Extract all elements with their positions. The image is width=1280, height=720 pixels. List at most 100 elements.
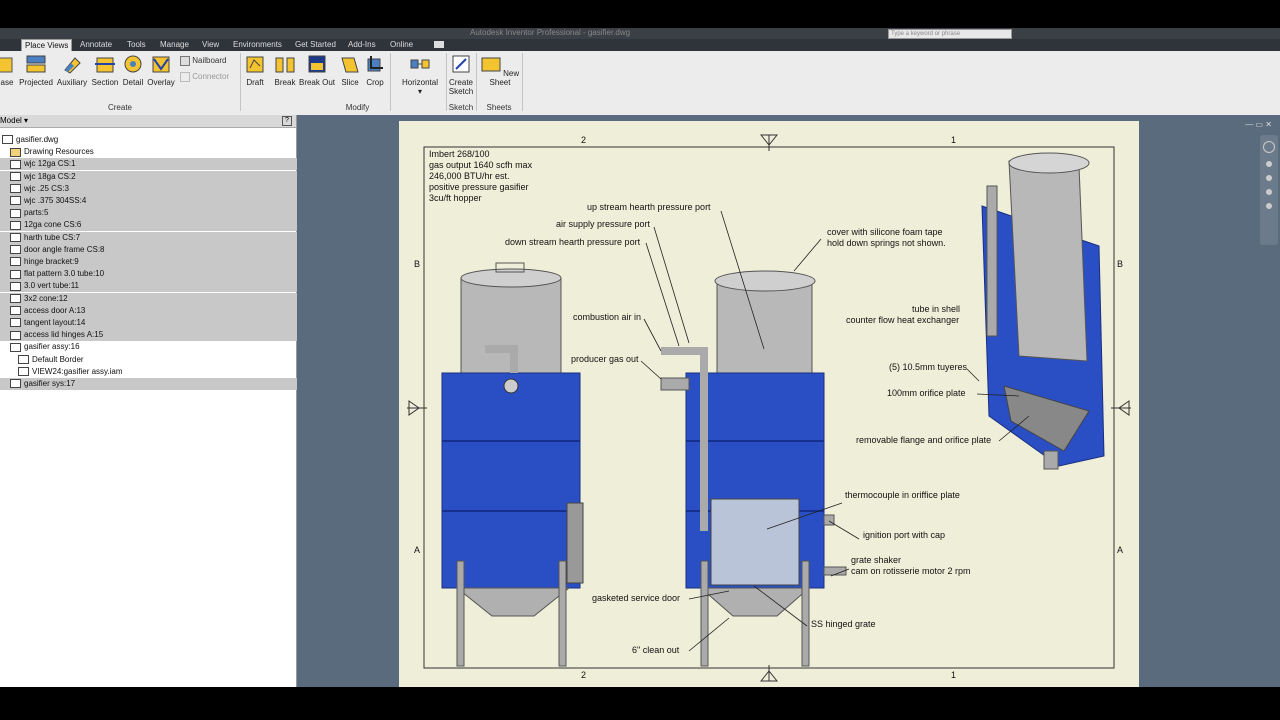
browser-tree-item[interactable]: gasifier assy:16 bbox=[0, 341, 306, 353]
drawing-sheet[interactable]: Imbert 268/100 gas output 1640 scfh max … bbox=[399, 121, 1139, 687]
browser-tree-item[interactable]: wjc 18ga CS:2 bbox=[0, 170, 306, 183]
sheet-icon bbox=[10, 171, 21, 181]
callout-combustion-air: combustion air in bbox=[573, 312, 642, 322]
browser-tree-item[interactable]: tangent layout:14 bbox=[0, 317, 306, 329]
browser-tree-item[interactable]: flat pattern 3.0 tube:10 bbox=[0, 268, 306, 281]
tab-add-ins[interactable]: Add-Ins bbox=[348, 39, 376, 51]
browser-header[interactable]: Model ▾ ? bbox=[0, 115, 296, 128]
tree-item-label: harth tube CS:7 bbox=[24, 232, 81, 242]
draft-view-button[interactable]: Draft bbox=[244, 54, 266, 87]
model-browser: Model ▾ ? gasifier.dwg Drawing Resources w… bbox=[0, 115, 306, 687]
window-controls[interactable]: — ▭ ✕ bbox=[1245, 120, 1272, 129]
tab-view[interactable]: View bbox=[202, 39, 219, 51]
browser-tree-item[interactable]: 3x2 cone:12 bbox=[0, 292, 306, 305]
browser-tree-item[interactable]: VIEW24:gasifier assy.iam bbox=[0, 366, 314, 378]
center-mark-top bbox=[759, 134, 779, 151]
sketch-icon bbox=[452, 55, 470, 73]
video-icon[interactable] bbox=[434, 41, 444, 48]
gasifier-section-view bbox=[981, 152, 1105, 470]
window-title: Autodesk Inventor Professional - gasifie… bbox=[470, 28, 631, 37]
browser-tree-item[interactable]: Default Border bbox=[0, 354, 314, 366]
callout-air-supply-port: air supply pressure port bbox=[556, 219, 651, 229]
callout-downstream-port: down stream hearth pressure port bbox=[505, 237, 641, 247]
browser-tree-item[interactable]: gasifier sys:17 bbox=[0, 378, 306, 390]
overlay-view-button[interactable]: Overlay bbox=[146, 54, 176, 87]
horizontal-align-button[interactable]: Horizontal ▾ bbox=[398, 54, 442, 96]
break-button[interactable]: Break bbox=[272, 54, 298, 87]
callout-tube-in-shell: tube in shell bbox=[912, 304, 961, 314]
sheet-icon bbox=[18, 367, 29, 377]
projected-view-button[interactable]: Projected bbox=[18, 54, 54, 87]
connector-button[interactable]: Connector bbox=[180, 72, 229, 82]
tab-manage[interactable]: Manage bbox=[160, 39, 189, 51]
tab-environments[interactable]: Environments bbox=[233, 39, 282, 51]
tree-item-label: tangent layout:14 bbox=[24, 318, 86, 327]
browser-tree-item[interactable]: 3.0 vert tube:11 bbox=[0, 280, 306, 293]
create-sketch-button[interactable]: Create Sketch bbox=[448, 54, 474, 96]
callout-producer-gas: producer gas out bbox=[571, 354, 639, 364]
browser-tree-item[interactable]: access door A:13 bbox=[0, 304, 306, 317]
callout-grate-motor: cam on rotisserie motor 2 rpm bbox=[851, 566, 971, 576]
folder-icon bbox=[10, 147, 21, 157]
browser-tree-item[interactable]: Drawing Resources bbox=[0, 146, 306, 158]
section-view-button[interactable]: Section bbox=[90, 54, 120, 87]
callout-tuyeres: (5) 10.5mm tuyeres bbox=[889, 362, 968, 372]
slice-button[interactable]: Slice bbox=[338, 54, 362, 87]
orbit-icon[interactable] bbox=[1266, 189, 1272, 195]
callout-cover: cover with silicone foam tape bbox=[827, 227, 943, 237]
zoom-icon[interactable] bbox=[1266, 175, 1272, 181]
auxiliary-view-button[interactable]: Auxiliary bbox=[56, 54, 88, 87]
group-modify: Modify bbox=[345, 103, 370, 112]
base-view-button[interactable]: ase bbox=[0, 54, 14, 87]
browser-tree-item[interactable]: access lid hinges A:15 bbox=[0, 329, 306, 342]
pan-icon[interactable] bbox=[1266, 161, 1272, 167]
tab-online[interactable]: Online bbox=[390, 39, 413, 51]
browser-tree-item[interactable]: wjc .25 CS:3 bbox=[0, 182, 306, 195]
detail-view-icon bbox=[124, 55, 142, 73]
tree-item-label: access lid hinges A:15 bbox=[24, 330, 104, 340]
browser-tree-item[interactable]: parts:5 bbox=[0, 207, 306, 220]
tree-item-label: wjc .375 304SS:4 bbox=[24, 196, 87, 205]
zone-label-right-b: B bbox=[1117, 259, 1124, 269]
overlay-view-icon bbox=[152, 56, 170, 73]
navigation-bar[interactable] bbox=[1260, 135, 1278, 245]
tab-tools[interactable]: Tools bbox=[127, 39, 146, 51]
new-sheet-button[interactable]: New Sheet bbox=[479, 54, 521, 87]
nailboard-icon bbox=[180, 56, 190, 66]
browser-tree-item[interactable]: wjc .375 304SS:4 bbox=[0, 195, 306, 207]
nailboard-button[interactable]: Nailboard bbox=[180, 56, 226, 66]
tree-item-label: wjc .25 CS:3 bbox=[24, 183, 69, 193]
tab-get-started[interactable]: Get Started bbox=[295, 39, 336, 51]
break-icon bbox=[275, 57, 295, 73]
section-view-icon bbox=[95, 57, 115, 73]
auxiliary-view-icon bbox=[64, 57, 81, 74]
new-sheet-icon bbox=[481, 57, 501, 72]
drawing-canvas[interactable]: — ▭ ✕ Imbert 268/100 gas output 1640 scf… bbox=[297, 115, 1280, 687]
help-icon[interactable]: ? bbox=[282, 116, 292, 126]
callout-grate-shaker: grate shaker bbox=[851, 555, 902, 565]
detail-view-button[interactable]: Detail bbox=[121, 54, 145, 87]
steering-wheel-icon[interactable] bbox=[1263, 141, 1275, 153]
ribbon: ase Projected Auxiliary Section Detail O… bbox=[0, 51, 1280, 116]
sheet-icon bbox=[18, 354, 29, 364]
browser-tree-item[interactable]: door angle frame CS:8 bbox=[0, 243, 306, 256]
sheet-icon bbox=[10, 245, 21, 255]
look-at-icon[interactable] bbox=[1266, 203, 1272, 209]
callout-service-door: gasketed service door bbox=[592, 593, 681, 603]
tree-item-label: access door A:13 bbox=[24, 305, 86, 315]
browser-tree-item[interactable]: 12ga cone CS:6 bbox=[0, 219, 306, 232]
browser-tree-item[interactable]: harth tube CS:7 bbox=[0, 231, 306, 244]
browser-tree-item[interactable]: gasifier.dwg bbox=[0, 134, 298, 146]
status-bar bbox=[0, 687, 1280, 720]
break-out-icon bbox=[308, 55, 326, 73]
group-sheets: Sheets bbox=[486, 103, 512, 112]
tree-item-label: 3.0 vert tube:11 bbox=[24, 281, 79, 291]
crop-button[interactable]: Crop bbox=[364, 54, 386, 87]
tab-annotate[interactable]: Annotate bbox=[80, 39, 112, 51]
break-out-button[interactable]: Break Out bbox=[298, 54, 336, 87]
help-search-input[interactable]: Type a keyword or phrase bbox=[888, 29, 1012, 39]
tree-item-label: gasifier.dwg bbox=[16, 135, 59, 144]
tree-item-label: gasifier assy:16 bbox=[24, 342, 80, 352]
browser-tree-item[interactable]: hinge bracket:9 bbox=[0, 256, 306, 268]
browser-tree-item[interactable]: wjc 12ga CS:1 bbox=[0, 158, 306, 171]
